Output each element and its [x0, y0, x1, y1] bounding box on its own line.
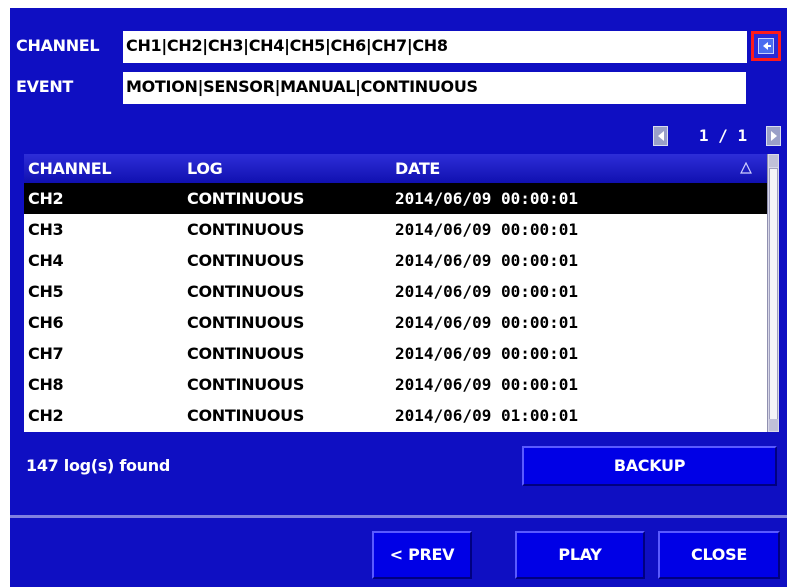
table-scrollbar[interactable]	[767, 154, 779, 432]
cell-channel: CH2	[28, 189, 64, 208]
scroll-down-arrow[interactable]	[769, 419, 778, 431]
cell-channel: CH3	[28, 220, 64, 239]
table-row[interactable]: CH6 CONTINUOUS 2014/06/09 00:00:01	[24, 307, 767, 338]
scroll-up-arrow[interactable]	[769, 155, 778, 167]
table-row[interactable]: CH2 CONTINUOUS 2014/06/09 00:00:01	[24, 183, 767, 214]
cell-log: CONTINUOUS	[187, 344, 305, 363]
cell-channel: CH2	[28, 406, 64, 425]
cell-date: 2014/06/09 00:00:01	[395, 251, 579, 270]
channel-field[interactable]: CH1|CH2|CH3|CH4|CH5|CH6|CH7|CH8	[123, 31, 747, 63]
cell-date: 2014/06/09 00:00:01	[395, 344, 579, 363]
cell-channel: CH4	[28, 251, 64, 270]
log-table: CHANNEL LOG DATE CH2 CONTINUOUS 2014/06/09…	[24, 154, 767, 432]
event-label: EVENT	[16, 77, 74, 96]
cell-log: CONTINUOUS	[187, 406, 305, 425]
column-header-date[interactable]: DATE	[395, 154, 440, 183]
cell-date: 2014/06/09 00:00:01	[395, 220, 579, 239]
table-row[interactable]: CH7 CONTINUOUS 2014/06/09 00:00:01	[24, 338, 767, 369]
page-prev-button[interactable]	[653, 126, 668, 146]
channel-label: CHANNEL	[16, 36, 100, 55]
table-row[interactable]: CH4 CONTINUOUS 2014/06/09 00:00:01	[24, 245, 767, 276]
cell-log: CONTINUOUS	[187, 189, 305, 208]
cell-channel: CH6	[28, 313, 64, 332]
arrow-left-icon	[658, 131, 664, 141]
table-row[interactable]: CH5 CONTINUOUS 2014/06/09 00:00:01	[24, 276, 767, 307]
cell-log: CONTINUOUS	[187, 375, 305, 394]
cell-date: 2014/06/09 01:00:01	[395, 406, 579, 425]
backup-button[interactable]: BACKUP	[522, 446, 777, 486]
cell-log: CONTINUOUS	[187, 282, 305, 301]
cell-log: CONTINUOUS	[187, 220, 305, 239]
table-row[interactable]: CH8 CONTINUOUS 2014/06/09 00:00:01	[24, 369, 767, 400]
cell-date: 2014/06/09 00:00:01	[395, 313, 579, 332]
channel-select-button[interactable]	[751, 31, 781, 61]
divider	[10, 515, 787, 518]
log-count-text: 147 log(s) found	[26, 456, 171, 475]
channel-select-icon	[758, 38, 774, 54]
event-field[interactable]: MOTION|SENSOR|MANUAL|CONTINUOUS	[123, 72, 746, 104]
table-body: CH2 CONTINUOUS 2014/06/09 00:00:01 CH3 CONTI…	[24, 183, 767, 432]
page-indicator: 1 / 1	[698, 126, 748, 145]
cell-log: CONTINUOUS	[187, 251, 305, 270]
close-button[interactable]: CLOSE	[658, 531, 780, 579]
table-row[interactable]: CH2 CONTINUOUS 2014/06/09 01:00:01	[24, 400, 767, 431]
cell-channel: CH7	[28, 344, 64, 363]
cell-date: 2014/06/09 00:00:01	[395, 375, 579, 394]
column-header-channel[interactable]: CHANNEL	[28, 154, 112, 183]
cell-channel: CH8	[28, 375, 64, 394]
page-next-button[interactable]	[766, 126, 781, 146]
play-button[interactable]: PLAY	[515, 531, 645, 579]
cell-channel: CH5	[28, 282, 64, 301]
sort-triangle-icon[interactable]	[740, 162, 752, 174]
column-header-log[interactable]: LOG	[187, 154, 223, 183]
cell-date: 2014/06/09 00:00:01	[395, 189, 579, 208]
prev-button[interactable]: < PREV	[372, 531, 472, 579]
scroll-thumb[interactable]	[769, 168, 778, 420]
event-log-panel: CHANNEL CH1|CH2|CH3|CH4|CH5|CH6|CH7|CH8 …	[10, 8, 787, 587]
cell-date: 2014/06/09 00:00:01	[395, 282, 579, 301]
arrow-right-icon	[771, 131, 777, 141]
table-header: CHANNEL LOG DATE	[24, 154, 767, 184]
table-row[interactable]: CH3 CONTINUOUS 2014/06/09 00:00:01	[24, 214, 767, 245]
cell-log: CONTINUOUS	[187, 313, 305, 332]
